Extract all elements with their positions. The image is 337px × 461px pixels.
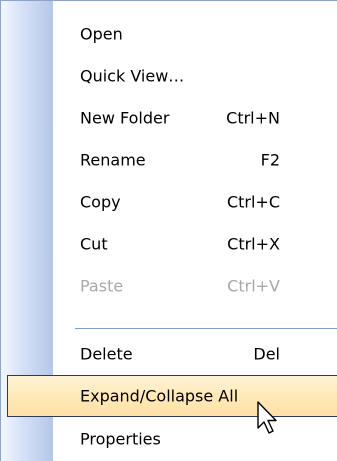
context-menu: Open Quick View… New Folder Ctrl+N Renam… (0, 0, 337, 461)
menu-item-shortcut: Ctrl+V (227, 276, 280, 296)
menu-item-label: Expand/Collapse All (80, 386, 239, 406)
menu-item-copy[interactable]: Copy Ctrl+C (1, 182, 337, 222)
menu-item-delete[interactable]: Delete Del (1, 334, 337, 374)
arrow-pointer-icon (257, 401, 277, 434)
menu-item-shortcut: Ctrl+C (226, 192, 280, 212)
menu-item-label: Delete (80, 344, 133, 364)
menu-item-label: Open (80, 24, 123, 44)
menu-item-expand-collapse-all[interactable]: Expand/Collapse All (7, 375, 337, 417)
menu-item-properties[interactable]: Properties (1, 419, 337, 459)
menu-item-label: Copy (80, 192, 121, 212)
menu-item-new-folder[interactable]: New Folder Ctrl+N (1, 98, 337, 138)
menu-item-label: New Folder (80, 108, 170, 128)
menu-item-label: Rename (80, 150, 146, 170)
menu-item-label: Properties (80, 429, 161, 449)
menu-item-shortcut: Ctrl+X (227, 234, 280, 254)
menu-item-open[interactable]: Open (1, 14, 337, 54)
menu-item-shortcut: Ctrl+N (226, 108, 280, 128)
menu-item-shortcut: F2 (260, 150, 280, 170)
menu-item-shortcut: Del (253, 344, 280, 364)
menu-item-label: Paste (80, 276, 124, 296)
menu-separator (75, 328, 337, 329)
menu-item-rename[interactable]: Rename F2 (1, 140, 337, 180)
menu-item-paste: Paste Ctrl+V (1, 266, 337, 306)
menu-item-quick-view[interactable]: Quick View… (1, 56, 337, 96)
menu-item-cut[interactable]: Cut Ctrl+X (1, 224, 337, 264)
menu-item-label: Quick View… (80, 66, 185, 86)
menu-item-label: Cut (80, 234, 108, 254)
